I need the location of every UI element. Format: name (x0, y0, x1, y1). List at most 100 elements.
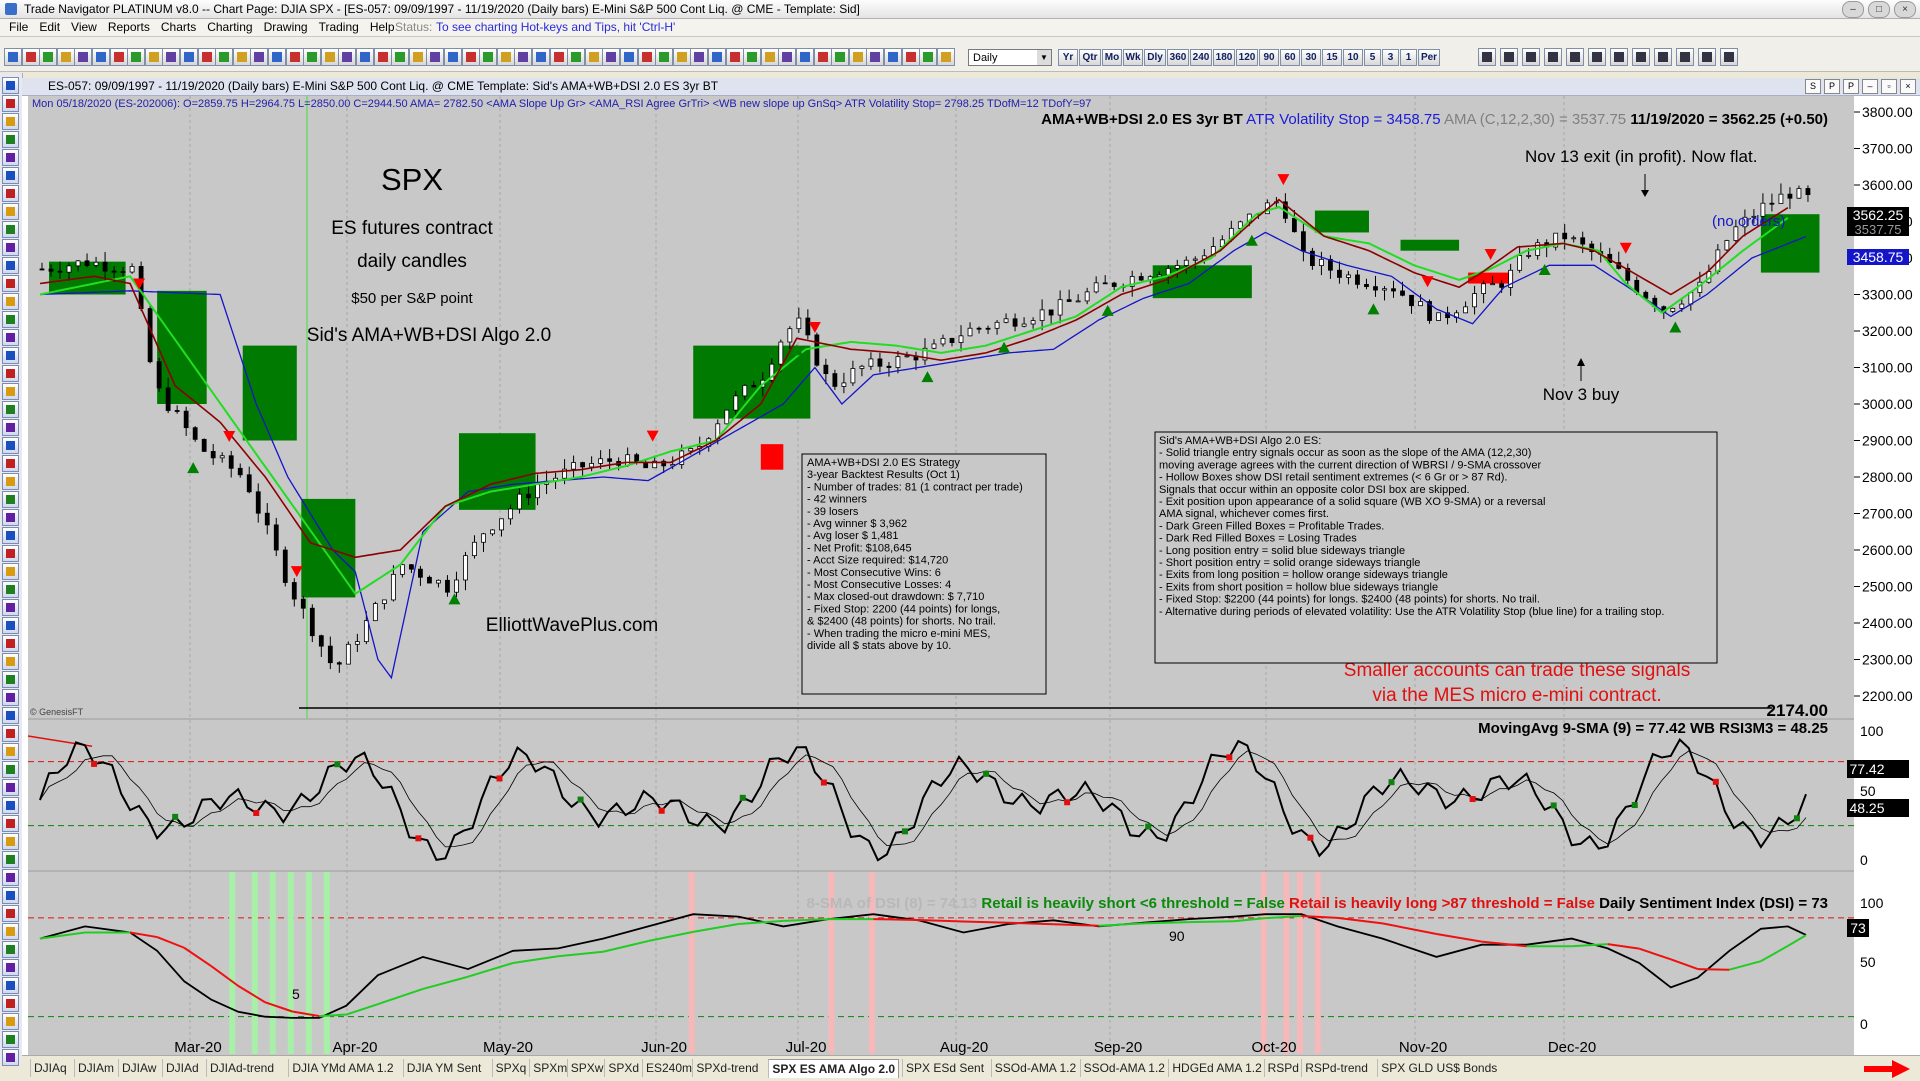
toolbar-tool-icon[interactable] (408, 48, 427, 66)
sidebar-tool-icon[interactable] (2, 941, 19, 958)
sidebar-tool-icon[interactable] (2, 923, 19, 940)
price-chart[interactable]: 3800.003700.003600.003500.003400.003300.… (22, 96, 1920, 1056)
close-icon[interactable]: × (1894, 1, 1916, 18)
toolbar-tool-icon[interactable] (250, 48, 269, 66)
tab-10[interactable]: SPXd (604, 1059, 642, 1077)
minimize-icon[interactable]: – (1862, 79, 1878, 94)
toolbar-tool-icon[interactable] (549, 48, 568, 66)
sidebar-tool-icon[interactable] (2, 239, 19, 256)
tab-15[interactable]: SSOd-AMA 1.2 (990, 1059, 1079, 1077)
sidebar-tool-icon[interactable] (2, 347, 19, 364)
toolbar-tool-icon[interactable] (672, 48, 691, 66)
toolbar-tool-icon[interactable] (268, 48, 286, 66)
tab-1[interactable]: DJIAm (74, 1059, 117, 1077)
period-button-120[interactable]: 120 (1236, 49, 1258, 66)
sidebar-tool-icon[interactable] (2, 437, 19, 454)
toolbar-tool-icon[interactable] (180, 48, 198, 66)
sidebar-tool-icon[interactable] (2, 1013, 19, 1030)
toolbar-tool-icon[interactable] (56, 48, 75, 66)
menu-item-file[interactable]: File (9, 19, 28, 36)
sidebar-tool-icon[interactable] (2, 203, 19, 220)
toolbar-tool-icon[interactable] (39, 48, 58, 66)
menu-item-help[interactable]: Help (370, 19, 395, 36)
sidebar-tool-icon[interactable] (2, 653, 19, 670)
sidebar-tool-icon[interactable] (2, 815, 19, 832)
sidebar-tool-icon[interactable] (2, 473, 19, 490)
drawing-tool-icon[interactable] (1588, 48, 1606, 66)
drawing-tool-icon[interactable] (1720, 48, 1738, 66)
tab-14[interactable]: SPX ESd Sent (902, 1059, 987, 1077)
sidebar-tool-icon[interactable] (2, 869, 19, 886)
toolbar-tool-icon[interactable] (373, 48, 392, 66)
toolbar-tool-icon[interactable] (197, 48, 216, 66)
toolbar-tool-icon[interactable] (831, 48, 850, 66)
toolbar-tool-icon[interactable] (109, 48, 128, 66)
toolbar-tool-icon[interactable] (144, 48, 163, 66)
toolbar-tool-icon[interactable] (162, 48, 181, 66)
tab-18[interactable]: RSPd (1263, 1059, 1302, 1077)
maximize-icon[interactable]: □ (1868, 1, 1890, 18)
tab-17[interactable]: HDGEd AMA 1.2 (1168, 1059, 1264, 1077)
toolbar-tool-icon[interactable] (426, 48, 445, 66)
tab-16[interactable]: SSOd-AMA 1.2 (1079, 1059, 1168, 1077)
period-button-3[interactable]: 3 (1382, 49, 1399, 66)
toolbar-tool-icon[interactable] (356, 48, 374, 66)
toolbar-tool-icon[interactable] (637, 48, 656, 66)
sidebar-tool-icon[interactable] (2, 995, 19, 1012)
period-button-yr[interactable]: Yr (1058, 49, 1078, 66)
toolbar-tool-icon[interactable] (444, 48, 462, 66)
chart-button-p[interactable]: P (1824, 79, 1840, 94)
toolbar-tool-icon[interactable] (567, 48, 586, 66)
toolbar-tool-icon[interactable] (232, 48, 251, 66)
interval-select[interactable]: Daily ▼ (968, 49, 1052, 66)
toolbar-tool-icon[interactable] (796, 48, 814, 66)
sidebar-tool-icon[interactable] (2, 563, 19, 580)
tab-11[interactable]: ES240m (642, 1059, 695, 1077)
toolbar-tool-icon[interactable] (4, 48, 22, 66)
period-button-360[interactable]: 360 (1167, 49, 1189, 66)
sidebar-tool-icon[interactable] (2, 581, 19, 598)
chevron-down-icon[interactable]: ▼ (1037, 50, 1051, 65)
tab-13[interactable]: SPX ES AMA Algo 2.0 (768, 1059, 900, 1078)
sidebar-tool-icon[interactable] (2, 509, 19, 526)
chart-area[interactable]: 3800.003700.003600.003500.003400.003300.… (22, 96, 1920, 1056)
toolbar-tool-icon[interactable] (320, 48, 339, 66)
drawing-tool-icon[interactable] (1654, 48, 1672, 66)
toolbar-tool-icon[interactable] (285, 48, 304, 66)
toolbar-tool-icon[interactable] (479, 48, 498, 66)
toolbar-tool-icon[interactable] (936, 48, 955, 66)
drawing-tool-icon[interactable] (1544, 48, 1562, 66)
sidebar-tool-icon[interactable] (2, 1031, 19, 1048)
sidebar-tool-icon[interactable] (2, 221, 19, 238)
toolbar-tool-icon[interactable] (848, 48, 867, 66)
sidebar-tool-icon[interactable] (2, 383, 19, 400)
chart-button-s[interactable]: S (1805, 79, 1821, 94)
sidebar-tool-icon[interactable] (2, 329, 19, 346)
drawing-tool-icon[interactable] (1566, 48, 1584, 66)
sidebar-tool-icon[interactable] (2, 977, 19, 994)
tab-8[interactable]: SPXm (529, 1059, 570, 1077)
period-button-180[interactable]: 180 (1213, 49, 1235, 66)
sidebar-tool-icon[interactable] (2, 617, 19, 634)
toolbar-tool-icon[interactable] (813, 48, 832, 66)
drawing-tool-icon[interactable] (1632, 48, 1650, 66)
sidebar-tool-icon[interactable] (2, 779, 19, 796)
toolbar-tool-icon[interactable] (584, 48, 603, 66)
toolbar-tool-icon[interactable] (919, 48, 938, 66)
toolbar-tool-icon[interactable] (708, 48, 726, 66)
toolbar-tool-icon[interactable] (884, 48, 902, 66)
sidebar-tool-icon[interactable] (2, 635, 19, 652)
menu-item-view[interactable]: View (71, 19, 97, 36)
period-button-mo[interactable]: Mo (1102, 49, 1122, 66)
menu-item-edit[interactable]: Edit (39, 19, 60, 36)
sidebar-tool-icon[interactable] (2, 527, 19, 544)
toolbar-tool-icon[interactable] (725, 48, 744, 66)
period-button-wk[interactable]: Wk (1123, 49, 1143, 66)
toolbar-tool-icon[interactable] (655, 48, 674, 66)
period-button-15[interactable]: 15 (1322, 49, 1342, 66)
sidebar-tool-icon[interactable] (2, 689, 19, 706)
toolbar-tool-icon[interactable] (391, 48, 410, 66)
minimize-icon[interactable]: – (1842, 1, 1864, 18)
period-button-10[interactable]: 10 (1343, 49, 1363, 66)
menu-item-charting[interactable]: Charting (207, 19, 252, 36)
